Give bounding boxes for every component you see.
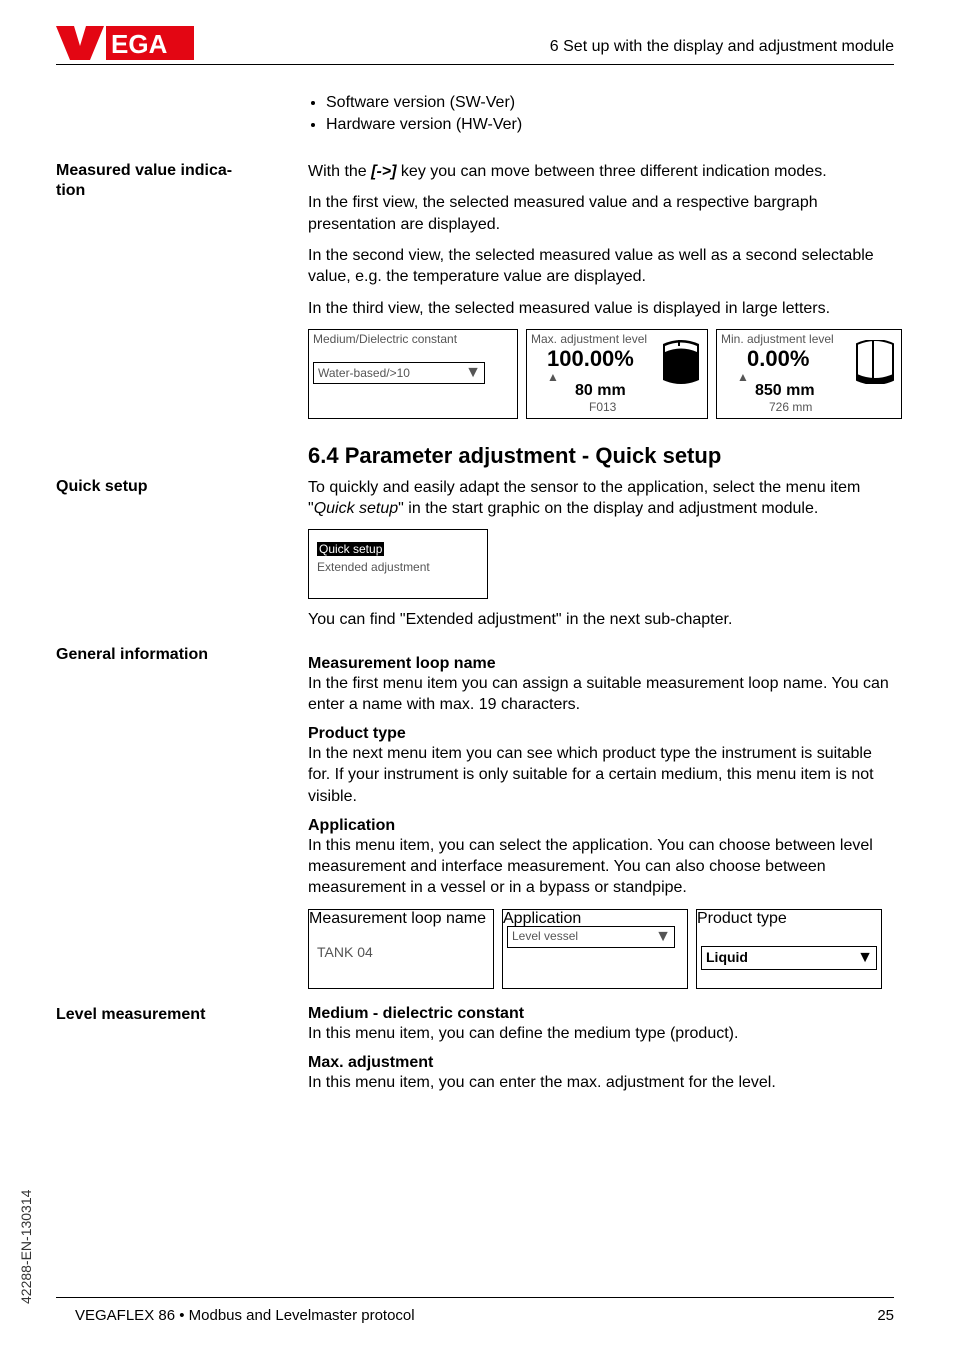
bullet-item: Hardware version (HW-Ver) (326, 114, 894, 136)
dropdown[interactable]: Level vessel ▼ (507, 926, 675, 948)
paragraph: In this menu item, you can enter the max… (308, 1072, 894, 1093)
bullet-list: Software version (SW-Ver) Hardware versi… (308, 92, 894, 135)
document-id: 42288-EN-130314 (18, 1190, 34, 1304)
lcd-title: Product type (697, 910, 881, 928)
menu-item-ref: Quick setup (314, 500, 398, 517)
lcd-menu-panel: Quick setup Extended adjustment (308, 529, 488, 599)
sidebar-label: Quick setup (56, 477, 300, 497)
lcd-panel-producttype: Product type Liquid ▼ (696, 909, 882, 989)
bullet-item: Software version (SW-Ver) (326, 92, 894, 114)
dropdown-value: Water-based/>10 (318, 366, 410, 380)
paragraph: With the [->] key you can move between t… (308, 161, 902, 182)
subheading: Max. adjustment (308, 1054, 894, 1072)
paragraph: To quickly and easily adapt the sensor t… (308, 477, 894, 520)
text: " in the start graphic on the display an… (398, 500, 818, 517)
tank-icon (661, 340, 701, 384)
lcd-title: Max. adjustment level (531, 332, 647, 346)
lcd-big-value: 100.00% (547, 346, 634, 372)
lcd-mm: 850 mm (755, 382, 815, 400)
subheading: Measurement loop name (308, 655, 894, 673)
lcd-title: Medium/Dielectric constant (313, 332, 457, 346)
paragraph: In the first view, the selected measured… (308, 192, 902, 235)
dropdown-value: Liquid (706, 949, 748, 965)
vega-logo: EGA (56, 26, 196, 60)
lcd-value: TANK 04 (317, 944, 373, 960)
paragraph: In the first menu item you can assign a … (308, 673, 894, 716)
menu-item[interactable]: Extended adjustment (317, 560, 430, 574)
lcd-row: Measurement loop name TANK 04 Applicatio… (308, 909, 894, 989)
footer-text: VEGAFLEX 86 • Modbus and Levelmaster pro… (75, 1307, 415, 1324)
lcd-mm: 80 mm (575, 382, 626, 400)
section-header: 6 Set up with the display and adjustment… (550, 38, 894, 56)
paragraph: In this menu item, you can select the ap… (308, 835, 894, 899)
page-number: 25 (877, 1307, 894, 1324)
lcd-panel-loopname: Measurement loop name TANK 04 (308, 909, 494, 989)
subheading: Application (308, 817, 894, 835)
lcd-panel-application: Application Level vessel ▼ (502, 909, 688, 989)
triangle-icon: ▲ (547, 370, 559, 384)
lcd-panel-min: Min. adjustment level 0.00% ▲ 850 mm 726… (716, 329, 902, 419)
lcd-panel-max: Max. adjustment level 100.00% ▲ 80 mm F0… (526, 329, 708, 419)
lcd-code: F013 (589, 400, 616, 414)
lcd-title: Min. adjustment level (721, 332, 834, 346)
footer-divider (56, 1297, 894, 1298)
key-label: [->] (371, 163, 396, 180)
subheading: Medium - dielectric constant (308, 1005, 894, 1023)
paragraph: In the next menu item you can see which … (308, 743, 894, 807)
paragraph: You can find "Extended adjustment" in th… (308, 609, 894, 630)
dropdown-value: Level vessel (512, 929, 578, 943)
chevron-down-icon: ▼ (465, 365, 481, 381)
chevron-down-icon: ▼ (655, 928, 671, 946)
tank-icon (855, 340, 895, 384)
text: key you can move between three different… (396, 163, 826, 180)
sidebar-label: Level measurement (56, 1005, 300, 1025)
dropdown[interactable]: Liquid ▼ (701, 946, 877, 970)
lcd-code: 726 mm (769, 400, 812, 414)
triangle-icon: ▲ (737, 370, 749, 384)
top-divider (56, 64, 894, 65)
paragraph: In the second view, the selected measure… (308, 245, 902, 288)
dropdown[interactable]: Water-based/>10 ▼ (313, 362, 485, 384)
lcd-title: Measurement loop name (309, 910, 493, 928)
svg-text:EGA: EGA (111, 29, 168, 59)
subheading: Product type (308, 725, 894, 743)
sidebar-label: tion (56, 181, 300, 201)
paragraph: In this menu item, you can define the me… (308, 1023, 894, 1044)
paragraph: In the third view, the selected measured… (308, 298, 902, 319)
lcd-big-value: 0.00% (747, 346, 809, 372)
sidebar-label: General information (56, 645, 300, 665)
lcd-panel-medium: Medium/Dielectric constant Water-based/>… (308, 329, 518, 419)
section-heading: 6.4 Parameter adjustment - Quick setup (308, 443, 902, 469)
chevron-down-icon: ▼ (857, 949, 873, 967)
text: With the (308, 163, 371, 180)
lcd-row: Medium/Dielectric constant Water-based/>… (308, 329, 902, 419)
sidebar-label: Measured value indica- (56, 161, 300, 181)
menu-item-selected[interactable]: Quick setup (317, 542, 384, 556)
